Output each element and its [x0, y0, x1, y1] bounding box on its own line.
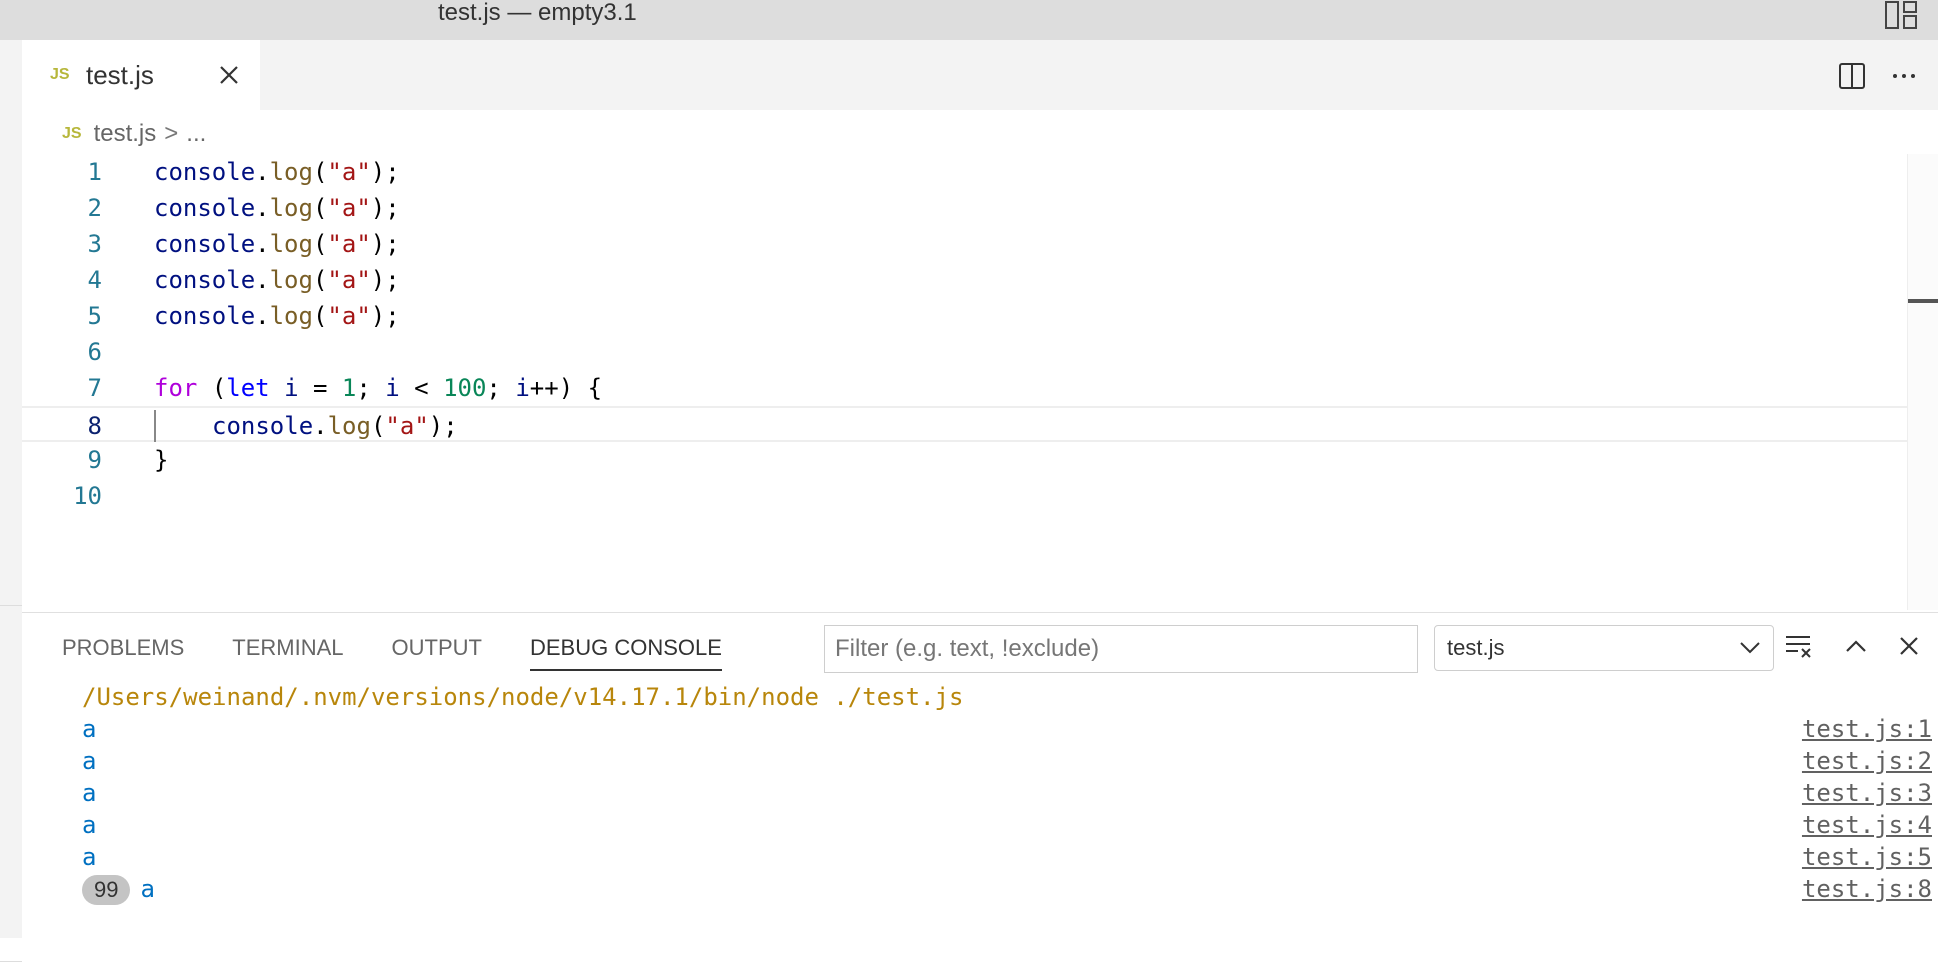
line-number: 6	[87, 338, 102, 366]
source-link[interactable]: test.js:4	[1802, 809, 1932, 841]
activity-bar-edge	[0, 40, 22, 962]
console-line-repeated: 99 a test.js:8	[82, 873, 1938, 905]
text-cursor	[154, 410, 156, 442]
bottom-panel: PROBLEMS TERMINAL OUTPUT DEBUG CONSOLE t…	[22, 612, 1938, 939]
title-bar: test.js — empty3.1	[0, 0, 1938, 40]
close-icon[interactable]	[218, 64, 240, 86]
line-number: 7	[87, 374, 102, 402]
line-number: 9	[87, 446, 102, 474]
code-text: console.log("a");	[154, 302, 400, 330]
editor-tab-bar: JS test.js	[22, 40, 1938, 110]
code-line: 3 console.log("a");	[22, 226, 1938, 262]
line-number: 2	[87, 194, 102, 222]
split-editor-icon[interactable]	[1838, 62, 1866, 90]
line-number: 8	[87, 412, 102, 440]
code-line: 1 console.log("a");	[22, 154, 1938, 190]
scrollbar-marker	[1908, 299, 1938, 303]
console-command: /Users/weinand/.nvm/versions/node/v14.17…	[82, 683, 964, 711]
tab-terminal[interactable]: TERMINAL	[232, 635, 343, 671]
code-line: 7 for (let i = 1; i < 100; i++) {	[22, 370, 1938, 406]
console-message: a	[82, 715, 97, 743]
breadcrumb-file[interactable]: test.js	[94, 120, 157, 148]
line-number: 5	[87, 302, 102, 330]
line-number: 4	[87, 266, 102, 294]
chevron-down-icon	[1740, 642, 1760, 654]
debug-session-select[interactable]: test.js	[1434, 625, 1774, 671]
close-panel-icon[interactable]	[1898, 635, 1920, 657]
code-text: console.log("a");	[154, 194, 400, 222]
code-line: 5 console.log("a");	[22, 298, 1938, 334]
breadcrumb-more[interactable]: ...	[186, 120, 206, 148]
source-link[interactable]: test.js:2	[1802, 745, 1932, 777]
console-line: a test.js:3	[82, 777, 1938, 809]
code-editor[interactable]: 1 console.log("a"); 2 console.log("a"); …	[22, 154, 1938, 610]
code-line: 9 }	[22, 442, 1938, 478]
window-title: test.js — empty3.1	[438, 0, 637, 26]
maximize-panel-icon[interactable]	[1844, 638, 1868, 654]
tab-test-js[interactable]: JS test.js	[22, 40, 260, 110]
breadcrumb: JS test.js > ...	[62, 116, 206, 152]
js-file-icon: JS	[50, 66, 70, 83]
code-text: console.log("a");	[154, 230, 400, 258]
code-text: console.log("a");	[154, 266, 400, 294]
code-text: console.log("a");	[154, 158, 400, 186]
console-message: a	[82, 811, 97, 839]
customize-layout-icon[interactable]	[1884, 0, 1918, 30]
tab-debug-console[interactable]: DEBUG CONSOLE	[529, 635, 722, 671]
console-line: a test.js:1	[82, 713, 1938, 745]
panel-controls	[1784, 633, 1920, 659]
console-line: a test.js:2	[82, 745, 1938, 777]
more-actions-icon[interactable]	[1890, 62, 1918, 90]
tab-problems[interactable]: PROBLEMS	[62, 635, 184, 671]
console-message: a	[140, 875, 155, 903]
console-message: a	[82, 747, 97, 775]
console-line: /Users/weinand/.nvm/versions/node/v14.17…	[82, 681, 1938, 713]
clear-console-icon[interactable]	[1784, 633, 1814, 659]
console-line: a test.js:4	[82, 809, 1938, 841]
code-line: 2 console.log("a");	[22, 190, 1938, 226]
console-message: a	[82, 843, 97, 871]
source-link[interactable]: test.js:5	[1802, 841, 1932, 873]
code-text: console.log("a");	[212, 412, 458, 440]
tab-output[interactable]: OUTPUT	[392, 635, 482, 671]
code-line: 6	[22, 334, 1938, 370]
debug-console-output: /Users/weinand/.nvm/versions/node/v14.17…	[82, 681, 1938, 905]
code-line-current: 8 console.log("a");	[22, 406, 1938, 442]
code-text: }	[154, 446, 169, 474]
line-number: 10	[73, 482, 102, 510]
filter-input[interactable]	[824, 625, 1418, 673]
code-text: for (let i = 1; i < 100; i++) {	[154, 374, 603, 402]
code-line: 4 console.log("a");	[22, 262, 1938, 298]
line-number: 1	[87, 158, 102, 186]
chevron-right-icon: >	[164, 120, 179, 147]
js-file-icon: JS	[62, 125, 82, 142]
panel-tabs: PROBLEMS TERMINAL OUTPUT DEBUG CONSOLE	[62, 635, 722, 671]
tab-label: test.js	[86, 60, 154, 90]
debug-session-value: test.js	[1447, 635, 1505, 660]
source-link[interactable]: test.js:3	[1802, 777, 1932, 809]
divider	[0, 605, 22, 606]
editor-scrollbar[interactable]	[1907, 154, 1938, 610]
console-line: a test.js:5	[82, 841, 1938, 873]
console-message: a	[82, 779, 97, 807]
repeat-count-badge: 99	[82, 875, 131, 905]
code-line: 10	[22, 478, 1938, 514]
editor-actions	[1838, 62, 1918, 90]
source-link[interactable]: test.js:8	[1802, 873, 1932, 905]
line-number: 3	[87, 230, 102, 258]
source-link[interactable]: test.js:1	[1802, 713, 1932, 745]
